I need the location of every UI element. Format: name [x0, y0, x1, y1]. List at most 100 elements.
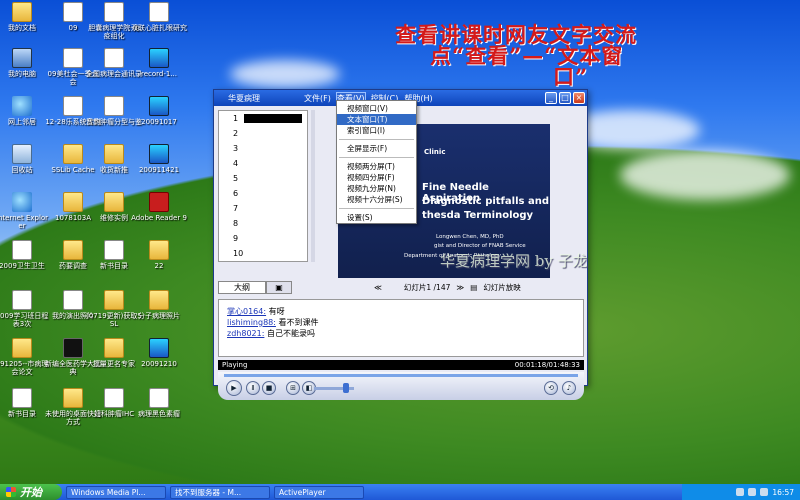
- fullscreen-icon[interactable]: ⊞: [286, 381, 300, 395]
- menu-separator: [339, 208, 414, 209]
- taskbar-button[interactable]: ActivePlayer: [274, 485, 364, 499]
- view-menu-item[interactable]: 设置(S): [337, 212, 416, 223]
- desktop-icon[interactable]: Adobe Reader 9: [131, 192, 187, 222]
- volume-knob[interactable]: [343, 383, 349, 393]
- chat-user[interactable]: lishiming88:: [227, 318, 276, 327]
- desktop-icon[interactable]: record-1...: [131, 48, 187, 78]
- list-item[interactable]: 1: [219, 111, 307, 126]
- folder-icon: [63, 192, 83, 212]
- pause-icon[interactable]: Ⅱ: [246, 381, 260, 395]
- doc-icon: [63, 48, 83, 68]
- doc-icon: [104, 96, 124, 116]
- list-item[interactable]: 8: [219, 216, 307, 231]
- media-icon: [149, 144, 169, 164]
- view-menu-item[interactable]: 视频窗口(V): [337, 103, 416, 114]
- mute-icon[interactable]: ♪: [562, 381, 576, 395]
- red-icon: [149, 192, 169, 212]
- minimize-icon[interactable]: _: [545, 92, 557, 104]
- chat-user[interactable]: zdh8021:: [227, 329, 264, 338]
- taskbar-button[interactable]: 找不到服务器 - M...: [170, 485, 270, 499]
- index-list[interactable]: 1 2 3 4 5 6 7 8 9 10: [218, 110, 308, 262]
- desktop-icon[interactable]: 20091017: [131, 96, 187, 126]
- desktop-icon[interactable]: 新书目录: [0, 388, 50, 418]
- doc-icon: [104, 2, 124, 22]
- list-item-number: 3: [233, 144, 239, 153]
- slideshow-button[interactable]: 幻灯片放映: [483, 282, 521, 293]
- start-button[interactable]: 开始: [0, 484, 62, 500]
- list-item[interactable]: 6: [219, 186, 307, 201]
- tray-volume-icon[interactable]: [748, 488, 757, 496]
- list-item-number: 7: [233, 204, 239, 213]
- chat-message: 掌心0164: 有呀: [227, 306, 575, 317]
- stop-icon[interactable]: ■: [262, 381, 276, 395]
- tray-network-icon[interactable]: [736, 488, 745, 496]
- repeat-icon[interactable]: ⟲: [544, 381, 558, 395]
- chat-text: 有呀: [266, 307, 285, 316]
- view-menu-item[interactable]: 文本窗口(T): [337, 114, 416, 125]
- close-icon[interactable]: ×: [573, 92, 585, 104]
- doc-icon: [104, 48, 124, 68]
- play-time: 00:01:18/01:48:33: [514, 361, 580, 369]
- cloud: [620, 150, 790, 200]
- list-item[interactable]: 7: [219, 201, 307, 216]
- next-slide-icon[interactable]: ≫: [456, 283, 464, 292]
- desktop-icon[interactable]: 分子病理照片: [131, 290, 187, 320]
- view-menu-item[interactable]: 视频九分屏(N): [337, 183, 416, 194]
- tab-thumbnails[interactable]: ▣: [266, 281, 292, 294]
- desktop-icon-label: 22: [154, 262, 164, 270]
- desktop-icon[interactable]: 200911421: [131, 144, 187, 174]
- desktop-icon-label: 分子病理照片: [138, 312, 180, 320]
- media-icon: [149, 338, 169, 358]
- list-item-number: 2: [233, 129, 239, 138]
- list-item-number: 10: [233, 249, 244, 258]
- menu-item[interactable]: 文件(F): [304, 93, 331, 104]
- desktop-icon[interactable]: 回收站: [0, 144, 50, 174]
- play-icon[interactable]: ▶: [226, 380, 242, 396]
- desktop-icon[interactable]: 病理黑色素瘤: [131, 388, 187, 418]
- chat-text: 看不到课件: [275, 318, 319, 327]
- maximize-icon[interactable]: □: [559, 92, 571, 104]
- chat-user[interactable]: 掌心0164:: [227, 307, 266, 316]
- splitter[interactable]: [311, 110, 315, 262]
- folder-icon: [12, 338, 32, 358]
- slideshow-icon[interactable]: ▤: [470, 283, 477, 292]
- desktop-icon[interactable]: 22: [131, 240, 187, 270]
- list-item-number: 9: [233, 234, 239, 243]
- list-item[interactable]: 3: [219, 141, 307, 156]
- desktop-icon[interactable]: 网上邻居: [0, 96, 50, 126]
- desktop-icon[interactable]: 2009学习班日程表3次: [0, 290, 50, 328]
- list-item[interactable]: 10: [219, 246, 307, 261]
- list-item[interactable]: 2: [219, 126, 307, 141]
- view-menu-item[interactable]: 视频十六分屏(S): [337, 194, 416, 205]
- view-menu-item[interactable]: 索引窗口(I): [337, 125, 416, 136]
- tray-app-icon[interactable]: [760, 488, 769, 496]
- seek-bar[interactable]: [224, 374, 578, 377]
- desktop-icon[interactable]: 我的电脑: [0, 48, 50, 78]
- desktop-icon[interactable]: Internet Explorer: [0, 192, 50, 230]
- view-menu-item[interactable]: 视频四分屏(F): [337, 172, 416, 183]
- prev-slide-icon[interactable]: ≪: [374, 283, 382, 292]
- desktop-icon[interactable]: 20091210: [131, 338, 187, 368]
- slide-title-line2: Diagnostic pitfalls and: [422, 196, 549, 207]
- view-menu-item[interactable]: 视频两分屏(T): [337, 161, 416, 172]
- list-item[interactable]: 5: [219, 171, 307, 186]
- list-item-number: 5: [233, 174, 239, 183]
- list-item[interactable]: 9: [219, 231, 307, 246]
- desktop-icon[interactable]: 双联心脏扎眼研究: [131, 2, 187, 32]
- desktop-icon-label: Internet Explorer: [0, 214, 49, 230]
- slide-title-line3: thesda Terminology: [422, 210, 534, 221]
- taskbar-button[interactable]: Windows Media Pl...: [66, 485, 166, 499]
- desktop-icon-label: 双联心脏扎眼研究: [131, 24, 187, 32]
- system-tray: 16:57: [682, 484, 800, 500]
- desktop-icon[interactable]: 091205--市病理会论文: [0, 338, 50, 376]
- desktop-icon[interactable]: 2009卫生卫生: [0, 240, 50, 270]
- desktop-icon-label: 我的文档: [8, 24, 36, 32]
- list-item[interactable]: 4: [219, 156, 307, 171]
- desktop-icon[interactable]: 我的文档: [0, 2, 50, 32]
- folder-icon: [12, 2, 32, 22]
- doc-icon: [12, 240, 32, 260]
- redacted-bar: [244, 114, 303, 123]
- view-menu-item[interactable]: 全屏显示(F): [337, 143, 416, 154]
- tab-outline[interactable]: 大纲: [218, 281, 266, 294]
- slide-counter: 幻灯片1 /147: [403, 283, 451, 292]
